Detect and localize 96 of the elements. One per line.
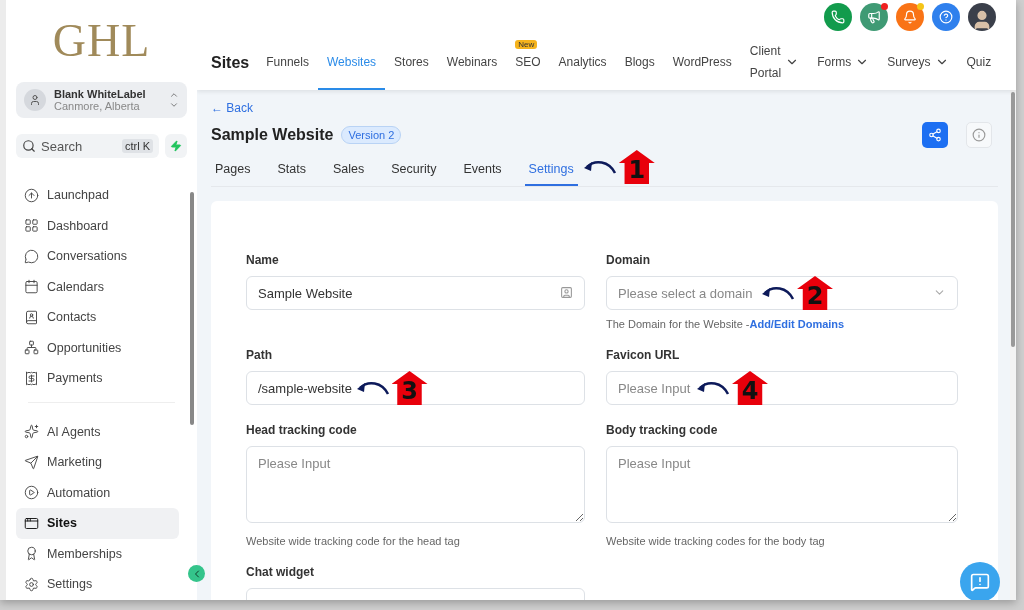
nav-tab[interactable]: Analytics	[549, 36, 616, 90]
calendar-icon	[24, 279, 39, 295]
text-area[interactable]: Please Input	[606, 446, 958, 523]
megaphone-button[interactable]	[860, 3, 888, 31]
nav-tab[interactable]: Forms	[808, 36, 879, 90]
nav-tab[interactable]: New SEO	[506, 36, 550, 90]
location-icon	[24, 89, 46, 111]
tab[interactable]: Security	[387, 156, 441, 186]
field-label: Head tracking code	[246, 423, 358, 437]
nav-tab[interactable]: Blogs	[615, 36, 664, 90]
field-label: Path	[246, 348, 273, 362]
help-text: Website wide tracking code for the head tag	[246, 535, 461, 547]
help-button[interactable]	[932, 3, 960, 31]
bell-button[interactable]	[896, 3, 924, 31]
help-text: Website wide tracking codes for the body tag	[606, 535, 826, 547]
bell-icon	[903, 10, 917, 24]
info-button[interactable]	[966, 122, 992, 148]
logo: GHL	[51, 14, 152, 68]
bolt-icon	[170, 140, 182, 152]
share-button[interactable]	[922, 122, 948, 148]
tab[interactable]: Pages	[211, 156, 255, 186]
field-label: Body tracking code	[606, 423, 719, 437]
page-title: Sample Website	[211, 126, 334, 144]
curved-arrow-icon	[582, 159, 617, 175]
expand-icon	[169, 90, 179, 110]
settings-icon	[24, 576, 39, 592]
field-label: Chat widget	[246, 565, 315, 579]
account-name: Blank WhiteLabel	[54, 88, 147, 100]
phone-button[interactable]	[824, 3, 852, 31]
section-title: Sites	[211, 54, 250, 72]
tab[interactable]: Settings	[524, 156, 578, 186]
nav-tab[interactable]: Stores	[385, 36, 438, 90]
megaphone-icon	[867, 10, 881, 24]
field-label: Favicon URL	[606, 348, 681, 362]
search-field[interactable]: Search ctrl K	[16, 134, 159, 158]
nav-tab[interactable]: WordPress	[663, 36, 741, 90]
nodes-icon	[24, 340, 39, 356]
shortcut-key: ctrl K	[121, 139, 153, 153]
new-badge: New	[515, 40, 538, 49]
upload-circle-icon	[24, 187, 39, 203]
search-icon	[22, 139, 36, 153]
award-icon	[24, 546, 39, 562]
quick-action-button[interactable]	[165, 134, 187, 158]
help-icon	[939, 10, 953, 24]
info-icon	[972, 128, 986, 142]
nav-tab[interactable]: Client Portal	[740, 36, 809, 90]
sidebar-item[interactable]: Calendars	[16, 271, 179, 302]
collapse-button[interactable]	[188, 565, 205, 582]
sidebar-item[interactable]: Settings	[16, 569, 179, 600]
version-badge: Version 2	[341, 126, 402, 144]
nav-tab[interactable]: Surveys	[878, 36, 958, 90]
nav-tab[interactable]: Funnels	[257, 36, 318, 90]
sidebar-item[interactable]: Marketing	[16, 447, 179, 478]
chat-bubble-icon	[24, 248, 39, 264]
send-icon	[24, 454, 39, 470]
sidebar-item[interactable]: Launchpad	[16, 180, 179, 211]
curved-arrow-icon	[696, 380, 730, 396]
field-label: Domain	[606, 253, 651, 267]
help-text: The Domain for the Website -Add/Edit Domains	[606, 318, 846, 330]
tab[interactable]: Stats	[273, 156, 310, 186]
receipt-icon	[24, 370, 39, 386]
user-square-icon	[560, 286, 573, 299]
sparkle-icon	[24, 424, 39, 440]
sidebar-item[interactable]: Dashboard	[16, 210, 179, 241]
sidebar-item[interactable]: Conversations	[16, 241, 179, 272]
sidebar-item[interactable]: Opportunities	[16, 332, 179, 363]
curved-arrow-icon	[761, 285, 795, 301]
field-label: Name	[246, 253, 280, 267]
browser-window-icon	[24, 515, 39, 531]
step-badge: 1	[618, 150, 655, 184]
tab[interactable]: Events	[459, 156, 506, 186]
account-switcher[interactable]: Blank WhiteLabel Canmore, Alberta	[16, 82, 187, 118]
phone-icon	[831, 10, 845, 24]
domains-link[interactable]: Add/Edit Domains	[749, 318, 845, 330]
tab[interactable]: Sales	[328, 156, 369, 186]
message-alert-icon	[970, 572, 990, 592]
user-avatar[interactable]	[968, 3, 996, 31]
account-location: Canmore, Alberta	[54, 100, 141, 112]
sidebar-item[interactable]: Memberships	[16, 538, 179, 569]
sidebar-item[interactable]: Automation	[16, 477, 179, 508]
input-field[interactable]: Sample Website	[246, 276, 585, 310]
back-link[interactable]: ← Back	[211, 101, 253, 115]
sidebar-item[interactable]: Payments	[16, 363, 179, 394]
nav-tab[interactable]: Quiz	[957, 36, 1001, 90]
sidebar-item[interactable]: Sites	[16, 508, 179, 539]
nav-tab[interactable]: Webinars	[437, 36, 507, 90]
sidebar-item[interactable]: Contacts	[16, 302, 179, 333]
text-area[interactable]: Please Input	[246, 446, 585, 523]
scrollbar-thumb[interactable]	[190, 192, 194, 425]
share-icon	[928, 128, 942, 142]
curved-arrow-icon	[355, 380, 390, 396]
scrollbar-thumb[interactable]	[1011, 92, 1015, 347]
contact-book-icon	[24, 309, 39, 325]
sidebar-item[interactable]: AI Agents	[16, 416, 179, 447]
play-circle-icon	[24, 485, 39, 501]
grid-icon	[24, 218, 39, 234]
